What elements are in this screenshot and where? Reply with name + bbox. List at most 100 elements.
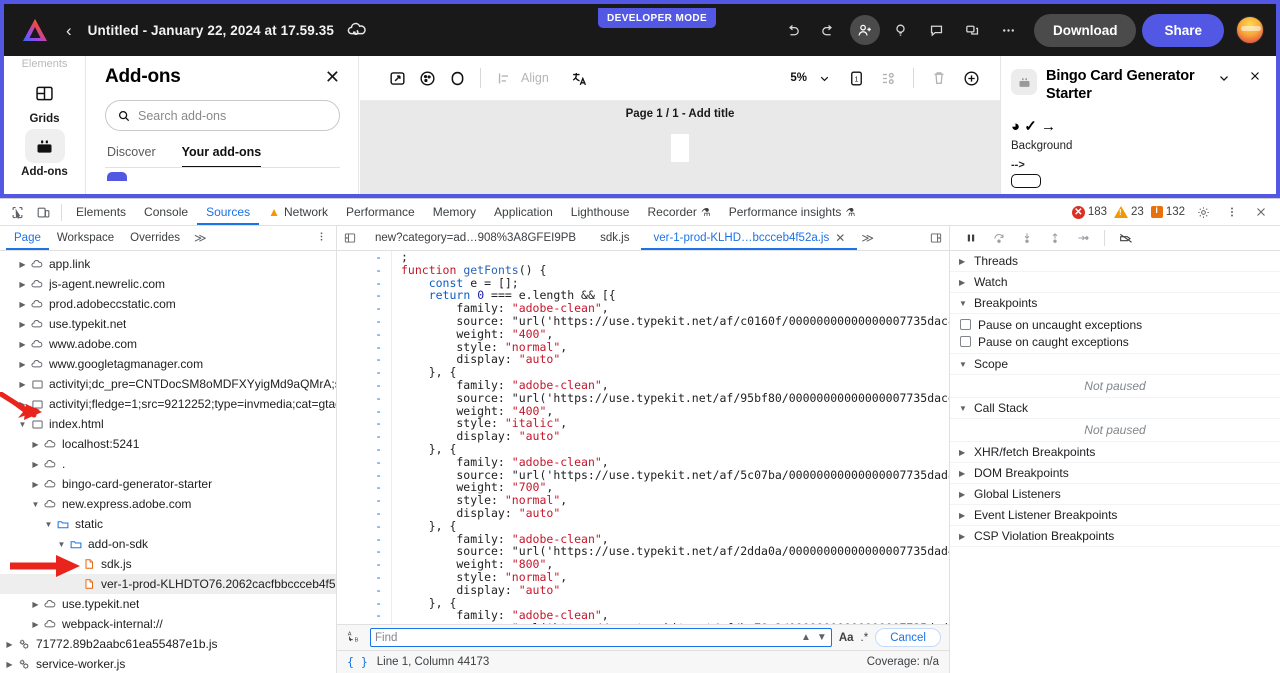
nav-more-tabs-icon[interactable]: ≫ [188,231,213,245]
addon-list-item-partial[interactable] [107,172,127,181]
chevron-right-icon[interactable]: ▶ [16,300,29,309]
invite-collaborator-button[interactable] [849,15,880,45]
file-tab-new-category[interactable]: new?category=ad…908%3A8GFEI9PB [363,226,588,250]
chevron-down-icon[interactable]: ▼ [55,540,68,549]
debugger-section-xhr-fetch-breakpoints[interactable]: ▶ XHR/fetch Breakpoints [950,442,1280,463]
tree-item[interactable]: ▼ add-on-sdk [0,534,336,554]
deactivate-breakpoints-icon[interactable] [1113,227,1139,249]
checkbox-box[interactable] [960,336,971,347]
show-debugger-icon[interactable] [929,231,949,245]
info-count[interactable]: 132 [1149,205,1187,218]
tree-item[interactable]: ▶ app.link [0,254,336,274]
chevron-right-icon[interactable]: ▶ [16,360,29,369]
chevron-right-icon[interactable]: ▶ [29,440,42,449]
nav-tab-workspace[interactable]: Workspace [49,226,122,250]
reorder-pages-icon[interactable] [873,63,903,93]
debugger-sections[interactable]: ▶ Threads ▶ Watch ▼ Breakpoints Pause on uncau… [950,251,1280,673]
tree-item[interactable]: ▶ service-worker.js [0,654,336,673]
chevron-right-icon[interactable]: ▶ [16,400,29,409]
chevron-right-icon[interactable]: ▶ [29,600,42,609]
warning-count[interactable]: 23 [1112,206,1146,218]
tab-performance[interactable]: Performance [337,199,424,225]
page-thumbnail[interactable] [671,134,689,162]
file-tab-ver-1-prod[interactable]: ver-1-prod-KLHD…bccceb4f52a.js ✕ [641,226,857,250]
share-button[interactable]: Share [1142,13,1224,47]
resize-icon[interactable] [382,63,412,93]
chevron-down-icon[interactable]: ▼ [16,420,29,429]
chevron-right-icon[interactable]: ▶ [29,460,42,469]
tab-console[interactable]: Console [135,199,197,225]
chevron-down-icon[interactable]: ▼ [29,500,42,509]
tree-item[interactable]: ▶ webpack-internal:// [0,614,336,634]
chevron-down-icon[interactable]: ▼ [42,520,55,529]
tree-item[interactable]: ▶ www.googletagmanager.com [0,354,336,374]
more-options-icon[interactable] [994,15,1024,45]
regex-button[interactable]: .* [861,632,869,644]
debugger-section-global-listeners[interactable]: ▶ Global Listeners [950,484,1280,505]
find-replace-icon[interactable]: AB [345,629,363,647]
debugger-section-event-listener-breakpoints[interactable]: ▶ Event Listener Breakpoints [950,505,1280,526]
navigator-options-icon[interactable] [315,230,336,246]
nav-tab-page[interactable]: Page [6,226,49,250]
debugger-section-call-stack[interactable]: ▼ Call Stack [950,398,1280,419]
tree-item[interactable]: ▶ bingo-card-generator-starter [0,474,336,494]
close-icon[interactable] [1248,69,1262,88]
debugger-section-watch[interactable]: ▶ Watch [950,272,1280,293]
chevron-right-icon[interactable]: ▶ [16,340,29,349]
tree-item[interactable]: ▶ use.typekit.net [0,594,336,614]
step-into-icon[interactable] [1014,227,1040,249]
tree-item[interactable]: ▶ 71772.89b2aabc61ea55487e1b.js [0,634,336,654]
file-tree[interactable]: ▶ app.link ▶ js-agent.newrelic.com ▶ prod.ado… [0,251,336,673]
device-toolbar-icon[interactable] [30,200,56,224]
chevron-right-icon[interactable]: ▶ [3,640,16,649]
tab-recorder[interactable]: Recorder ⚗ [638,199,719,225]
tree-item[interactable]: ▶. [0,454,336,474]
close-devtools-icon[interactable] [1248,200,1274,224]
rail-item-grids[interactable]: Grids [12,76,78,125]
tab-lighthouse[interactable]: Lighthouse [562,199,639,225]
tree-item[interactable]: ▶ localhost:5241 [0,434,336,454]
download-button[interactable]: Download [1033,13,1137,47]
shape-icon[interactable] [442,63,472,93]
chevron-right-icon[interactable]: ▶ [16,320,29,329]
delete-page-icon[interactable] [924,63,954,93]
find-prev-icon[interactable]: ▲ [801,632,811,643]
inspect-element-icon[interactable] [4,200,30,224]
tree-item[interactable]: ▼ static [0,514,336,534]
chevron-right-icon[interactable]: ▶ [16,380,29,389]
tree-item[interactable]: sdk.js [0,554,336,574]
tab-network[interactable]: ▲ Network [259,199,337,225]
tree-item[interactable]: ver-1-prod-KLHDTO76.2062cacfbbccceb4f52a… [0,574,336,594]
tree-item[interactable]: ▶ activityi;dc_pre=CNTDocSM8oMDFXYyigMd9a… [0,374,336,394]
tab-application[interactable]: Application [485,199,562,225]
checkbox-box[interactable] [960,319,971,330]
duplicate-windows-icon[interactable] [958,15,988,45]
undo-button[interactable] [778,15,808,45]
user-avatar[interactable] [1236,16,1264,44]
file-tab-sdk-js[interactable]: sdk.js [588,226,641,250]
tab-your-addons[interactable]: Your add-ons [181,145,262,168]
pause-on-caught-exceptions-checkbox[interactable]: Pause on caught exceptions [950,333,1280,350]
color-palette-icon[interactable] [412,63,442,93]
add-page-icon[interactable] [956,63,986,93]
canvas-body[interactable]: Page 1 / 1 - Add title [360,101,1000,194]
pause-resume-icon[interactable] [958,227,984,249]
chevron-right-icon[interactable]: ▶ [16,280,29,289]
show-navigator-icon[interactable] [337,231,363,245]
translate-icon[interactable] [565,63,595,93]
addon-input-box[interactable] [1011,174,1041,189]
chevron-down-icon[interactable] [809,63,839,93]
zoom-level-value[interactable]: 5% [790,72,807,84]
chevron-down-icon[interactable] [1217,71,1231,88]
redo-button[interactable] [814,15,844,45]
tree-item[interactable]: ▶ activityi;fledge=1;src=9212252;type=inv… [0,394,336,414]
find-next-icon[interactable]: ▼ [817,632,827,643]
back-button[interactable]: ‹ [66,22,72,39]
pretty-print-icon[interactable]: { } [347,655,368,669]
close-icon[interactable]: ✕ [325,68,340,86]
find-input[interactable]: Find ▲ ▼ [370,628,832,647]
tree-item[interactable]: ▶ js-agent.newrelic.com [0,274,336,294]
tree-item[interactable]: ▼ index.html [0,414,336,434]
close-tab-icon[interactable]: ✕ [835,231,845,245]
comment-icon[interactable] [922,15,952,45]
